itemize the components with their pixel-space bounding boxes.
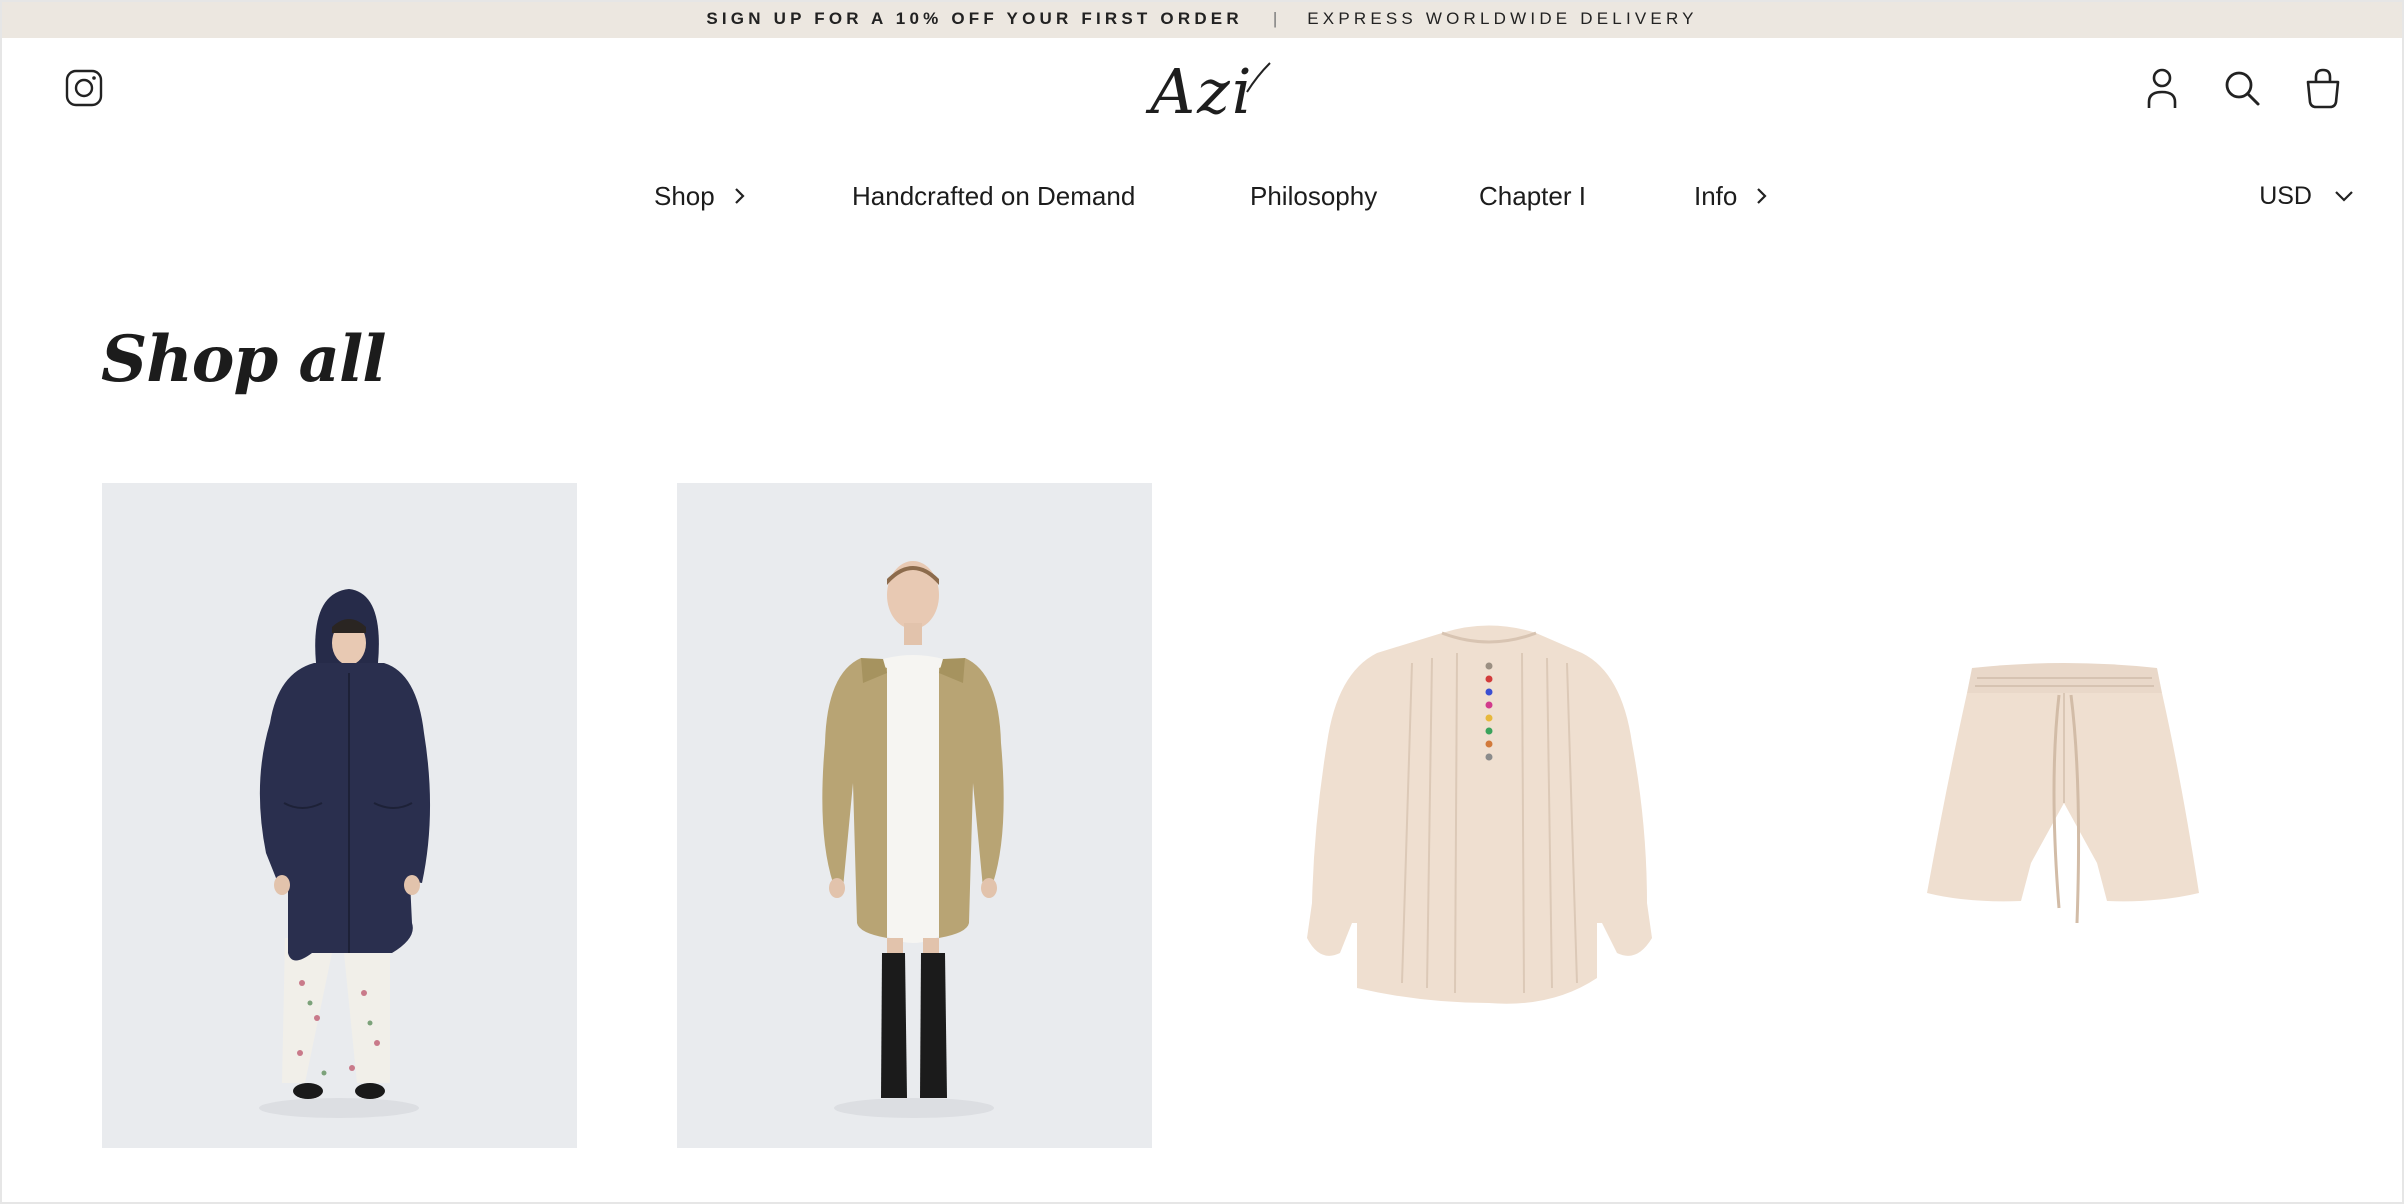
product-card[interactable] (102, 483, 577, 1148)
chevron-right-icon (734, 188, 745, 204)
product-image-khaki-parka[interactable] (677, 483, 1152, 1148)
announcement-bar[interactable]: SIGN UP FOR A 10% OFF YOUR FIRST ORDER |… (0, 0, 2404, 38)
page-title: Shop all (101, 322, 387, 397)
nav-item-philosophy[interactable]: Philosophy (1250, 166, 1377, 226)
currency-label: USD (2259, 181, 2312, 210)
product-card[interactable] (1252, 483, 1727, 1148)
nav-item-shop[interactable]: Shop (654, 166, 747, 226)
nav-item-label: Info (1694, 180, 1738, 211)
nav-item-label: Chapter I (1479, 180, 1586, 211)
product-grid (102, 483, 2302, 1148)
nav-item-info[interactable]: Info (1694, 166, 1769, 226)
announcement-signup[interactable]: SIGN UP FOR A 10% OFF YOUR FIRST ORDER (706, 9, 1242, 29)
chevron-down-icon (2335, 191, 2353, 202)
product-image-navy-parka[interactable] (102, 483, 577, 1148)
nav-item-label: Handcrafted on Demand (852, 180, 1136, 211)
account-icon[interactable] (2141, 66, 2183, 110)
announcement-delivery: EXPRESS WORLDWIDE DELIVERY (1307, 9, 1698, 28)
nav-item-handcrafted[interactable]: Handcrafted on Demand (852, 166, 1135, 226)
nav-item-label: Shop (654, 180, 715, 211)
announcement-separator: | (1272, 9, 1278, 28)
product-image-cream-blouse[interactable] (1252, 483, 1727, 1148)
product-image-cream-shorts[interactable] (1827, 483, 2302, 1148)
site-header: Azi Shop Handcrafted on Demand Philosoph… (0, 38, 2404, 238)
bag-icon[interactable] (2302, 66, 2344, 110)
nav-item-label: Philosophy (1250, 180, 1378, 211)
nav-item-chapter[interactable]: Chapter I (1479, 166, 1586, 226)
logo-accent-mark (1246, 62, 1271, 93)
product-card[interactable] (1827, 483, 2302, 1148)
currency-selector[interactable]: USD (2259, 166, 2354, 226)
search-icon[interactable] (2221, 66, 2263, 110)
chevron-right-icon (1757, 188, 1767, 204)
product-card[interactable] (677, 483, 1152, 1148)
main-nav: Shop Handcrafted on Demand Philosophy Ch… (0, 166, 2404, 226)
instagram-icon[interactable] (64, 68, 104, 108)
